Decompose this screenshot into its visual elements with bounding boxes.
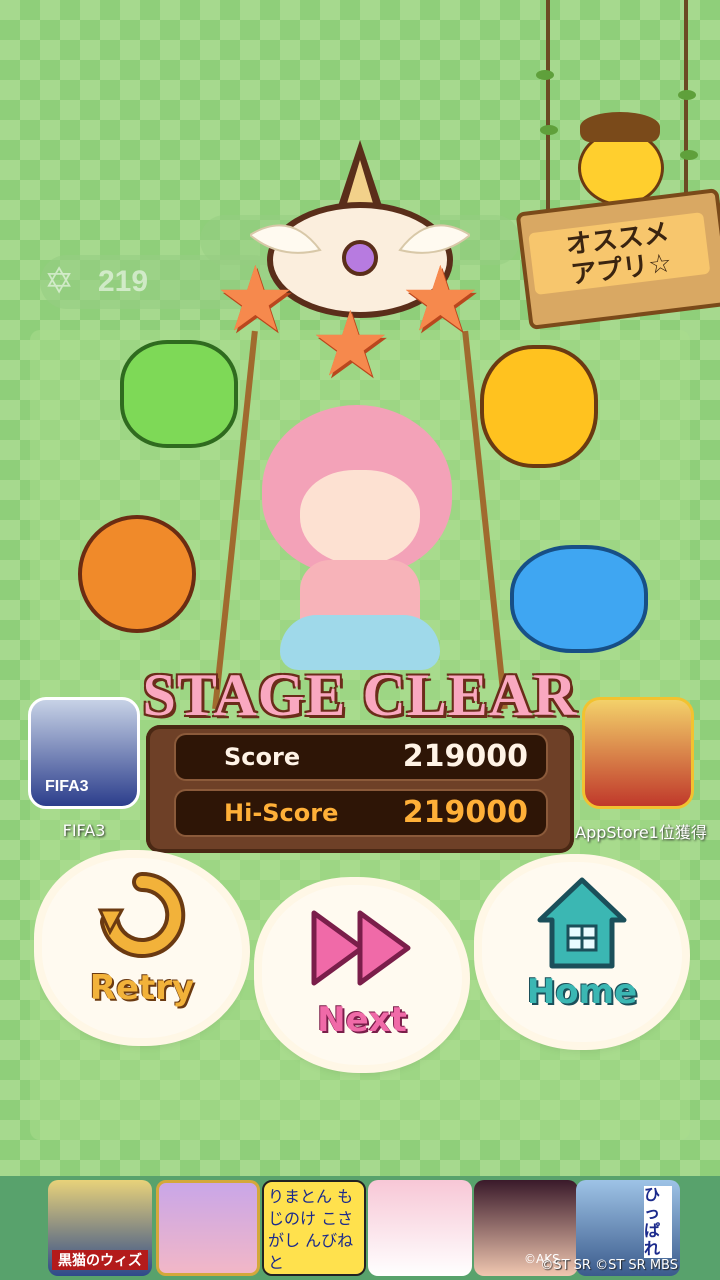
samurai-app-label[interactable]: AppStore1位獲得 xyxy=(566,819,716,843)
retry-button[interactable]: Retry xyxy=(42,858,242,1038)
clear-star-icon: ★ xyxy=(400,247,481,352)
vine-leaf-icon xyxy=(678,90,696,100)
hiscore-value: 219000 xyxy=(402,795,528,830)
house-icon xyxy=(482,874,682,978)
yellow-star-monster-icon xyxy=(480,345,598,468)
home-label: Home xyxy=(526,972,638,1012)
black-cat-ad-icon[interactable]: 黒猫のウィズ xyxy=(48,1180,152,1276)
samurai-app-icon[interactable] xyxy=(582,697,694,809)
vine-leaf-icon xyxy=(536,70,554,80)
clear-star-icon: ★ xyxy=(310,292,391,397)
sign-rope-left xyxy=(546,0,550,215)
copyright-text: ©ST SR ©ST SR MBS xyxy=(540,1258,678,1273)
score-panel: Score 219000 Hi-Score 219000 xyxy=(146,725,574,853)
score-label: Score xyxy=(224,743,301,771)
retry-arrow-icon xyxy=(42,870,242,964)
fifa-app-label[interactable]: FIFA3 xyxy=(28,821,140,840)
fast-forward-icon xyxy=(262,903,462,997)
hiscore-label: Hi-Score xyxy=(224,799,339,827)
orange-bear-monster-icon xyxy=(78,515,196,633)
recommend-apps-label: オススメ アプリ☆ xyxy=(528,212,711,296)
clear-star-icon: ★ xyxy=(215,247,296,352)
hiscore-row: Hi-Score 219000 xyxy=(176,791,546,835)
next-label: Next xyxy=(317,1000,407,1040)
vine-leaf-icon xyxy=(540,125,558,135)
girl-face xyxy=(300,470,420,565)
home-button[interactable]: Home xyxy=(482,862,682,1042)
word-puzzle-ad-text: りまとん もじのけ こさがし んびねと xyxy=(268,1187,354,1272)
blue-water-monster-icon xyxy=(510,545,648,653)
vine-leaf-icon xyxy=(680,150,698,160)
anime-girl-ad-icon[interactable] xyxy=(368,1180,472,1276)
score-value: 219000 xyxy=(402,739,528,774)
next-button[interactable]: Next xyxy=(262,885,462,1065)
score-row: Score 219000 xyxy=(176,735,546,779)
fifa-app-icon[interactable]: FIFA3 xyxy=(28,697,140,809)
stage-clear-title: STAGE CLEAR xyxy=(142,662,578,728)
green-clover-monster-icon xyxy=(120,340,238,448)
tales-ad-icon[interactable] xyxy=(156,1180,260,1276)
witch-hat-icon xyxy=(580,112,660,142)
black-cat-ad-text: 黒猫のウィズ xyxy=(52,1250,148,1270)
word-puzzle-ad-icon[interactable]: りまとん もじのけ こさがし んびねと xyxy=(262,1180,366,1276)
retry-label: Retry xyxy=(89,968,195,1008)
fifa-app-icon-text: FIFA3 xyxy=(45,778,89,795)
pull-game-ad-text: ひっぱれ xyxy=(644,1186,672,1258)
recommend-apps-sign[interactable]: オススメ アプリ☆ xyxy=(515,188,720,330)
sign-rope-right xyxy=(684,0,688,205)
star-of-david-icon: ✡ xyxy=(44,261,75,302)
